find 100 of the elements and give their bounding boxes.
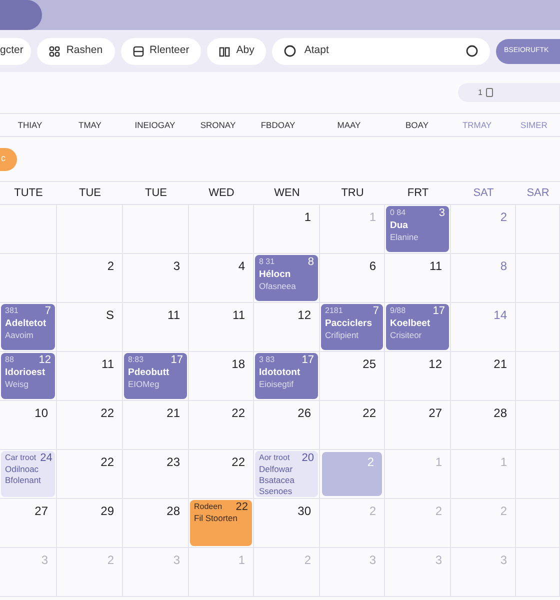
day-number: 26 <box>298 407 311 419</box>
calendar-cell[interactable]: 22 <box>57 450 123 499</box>
day-number: 22 <box>236 502 248 513</box>
day-number: 27 <box>428 407 442 419</box>
day-number: 22 <box>362 407 376 419</box>
event-time: 8 31 <box>259 257 275 267</box>
event-detail: Ofasneea <box>259 281 297 292</box>
calendar-cell[interactable]: 28 <box>451 401 516 450</box>
search-text: Atapt <box>304 43 330 58</box>
calendar-cell[interactable]: 28 <box>123 499 189 548</box>
calendar-cell[interactable]: 21 <box>451 352 516 401</box>
day-number: 22 <box>232 407 245 419</box>
calendar-cell[interactable]: 22 <box>189 450 254 499</box>
calendar-cell[interactable]: 27 <box>0 499 57 548</box>
calendar-cell[interactable]: 11 <box>385 254 451 303</box>
day-number: 25 <box>362 358 376 370</box>
calendar-cell[interactable]: 23 <box>123 450 189 499</box>
day-number: 3 <box>369 554 376 566</box>
event-title: Pacciclers <box>325 317 374 330</box>
day-number: 3 <box>500 554 507 566</box>
filter-chip[interactable]: Rashen <box>37 38 115 64</box>
day-number: 11 <box>168 309 180 321</box>
event-time: 381 <box>5 306 18 316</box>
day-number: 7 <box>372 306 379 317</box>
day-number: 2 <box>304 554 311 566</box>
calendar-cell[interactable]: 4 <box>189 254 254 303</box>
day-number: 2 <box>500 211 507 223</box>
calendar-cell[interactable]: 22 <box>189 401 254 450</box>
calendar-cell[interactable]: 11 <box>189 303 254 352</box>
column-header: WEN <box>273 186 301 201</box>
filter-chip[interactable]: Aby <box>207 38 266 64</box>
book-icon <box>219 46 230 56</box>
column-header: TUE <box>144 186 168 201</box>
calendar-cell[interactable]: 25 <box>320 352 385 401</box>
calendar-cell[interactable] <box>516 205 560 254</box>
event-time: 0 84 <box>390 208 406 218</box>
calendar-cell[interactable]: 2 <box>451 205 516 254</box>
day-number: 1 <box>500 456 507 468</box>
search-field[interactable]: Atapt <box>272 38 490 64</box>
filter-chip[interactable]: Rlenteer <box>120 38 202 64</box>
calendar-cell[interactable] <box>57 205 123 254</box>
calendar-cell[interactable] <box>189 205 254 254</box>
calendar-cell[interactable]: 3 <box>123 254 189 303</box>
column-header: SAT <box>472 186 495 201</box>
calendar-cell[interactable]: 11 <box>123 303 189 352</box>
calendar-cell[interactable] <box>0 254 57 303</box>
day-number: 28 <box>166 505 180 517</box>
event-title: Adeltetot <box>5 317 48 330</box>
calendar-cell[interactable]: 1 <box>254 205 320 254</box>
day-number: 12 <box>38 355 51 366</box>
event-time: Aor troot <box>259 453 290 463</box>
day-number: 8 <box>308 257 314 268</box>
menu-pill[interactable] <box>0 0 42 30</box>
day-number: 8 <box>500 260 507 272</box>
grid-icon <box>49 46 60 56</box>
column-header: TUTE <box>13 186 44 201</box>
view-pill[interactable]: 1 <box>458 83 560 102</box>
calendar-cell[interactable] <box>123 205 189 254</box>
day-number: 10 <box>34 407 48 419</box>
filter-chip[interactable]: gcter <box>0 38 32 64</box>
day-number: 22 <box>100 407 114 419</box>
calendar-cell[interactable]: S <box>57 303 123 352</box>
day-number: 2 <box>107 554 114 566</box>
calendar-cell[interactable]: 22 <box>57 401 123 450</box>
calendar-cell[interactable]: 30 <box>254 499 320 548</box>
day-number: 3 <box>435 554 442 566</box>
weekday-label: MAAY <box>336 118 362 132</box>
calendar-cell[interactable]: 12 <box>254 303 320 352</box>
day-number: 3 <box>173 554 180 566</box>
event-time: 3 83 <box>259 355 275 365</box>
day-number: 1 <box>238 554 245 566</box>
day-number: 17 <box>170 355 183 366</box>
calendar-cell[interactable]: 12 <box>385 352 451 401</box>
calendar-cell[interactable]: 29 <box>57 499 123 548</box>
calendar-cell[interactable]: 10 <box>0 401 57 450</box>
calendar-cell[interactable] <box>0 205 57 254</box>
column-header: TUE <box>78 186 102 201</box>
day-number: 2 <box>500 505 507 517</box>
day-number: 3 <box>41 554 48 566</box>
calendar-cell[interactable]: 26 <box>254 401 320 450</box>
event-detail: Bsatacea <box>259 475 296 486</box>
calendar-cell[interactable]: 21 <box>123 401 189 450</box>
day-number: 12 <box>428 358 442 370</box>
weekday-label: SRONAY <box>199 118 237 132</box>
day-number: 22 <box>232 456 245 468</box>
event-time: 2181 <box>325 306 343 316</box>
calendar-cell[interactable]: 6 <box>320 254 385 303</box>
event-detail: Ssenoes <box>259 486 294 497</box>
calendar-cell[interactable]: 2 <box>57 254 123 303</box>
day-number: 2 <box>107 260 114 272</box>
calendar-cell[interactable]: 8 <box>451 254 516 303</box>
calendar-cell[interactable]: 11 <box>57 352 123 401</box>
calendar-cell[interactable]: 14 <box>451 303 516 352</box>
day-number: 17 <box>302 355 314 366</box>
day-number: 23 <box>166 456 180 468</box>
circle-icon <box>466 45 478 57</box>
calendar-cell[interactable]: 18 <box>189 352 254 401</box>
calendar-cell[interactable]: 27 <box>385 401 451 450</box>
event-title: Koelbeet <box>390 317 432 330</box>
calendar-cell[interactable]: 22 <box>320 401 385 450</box>
